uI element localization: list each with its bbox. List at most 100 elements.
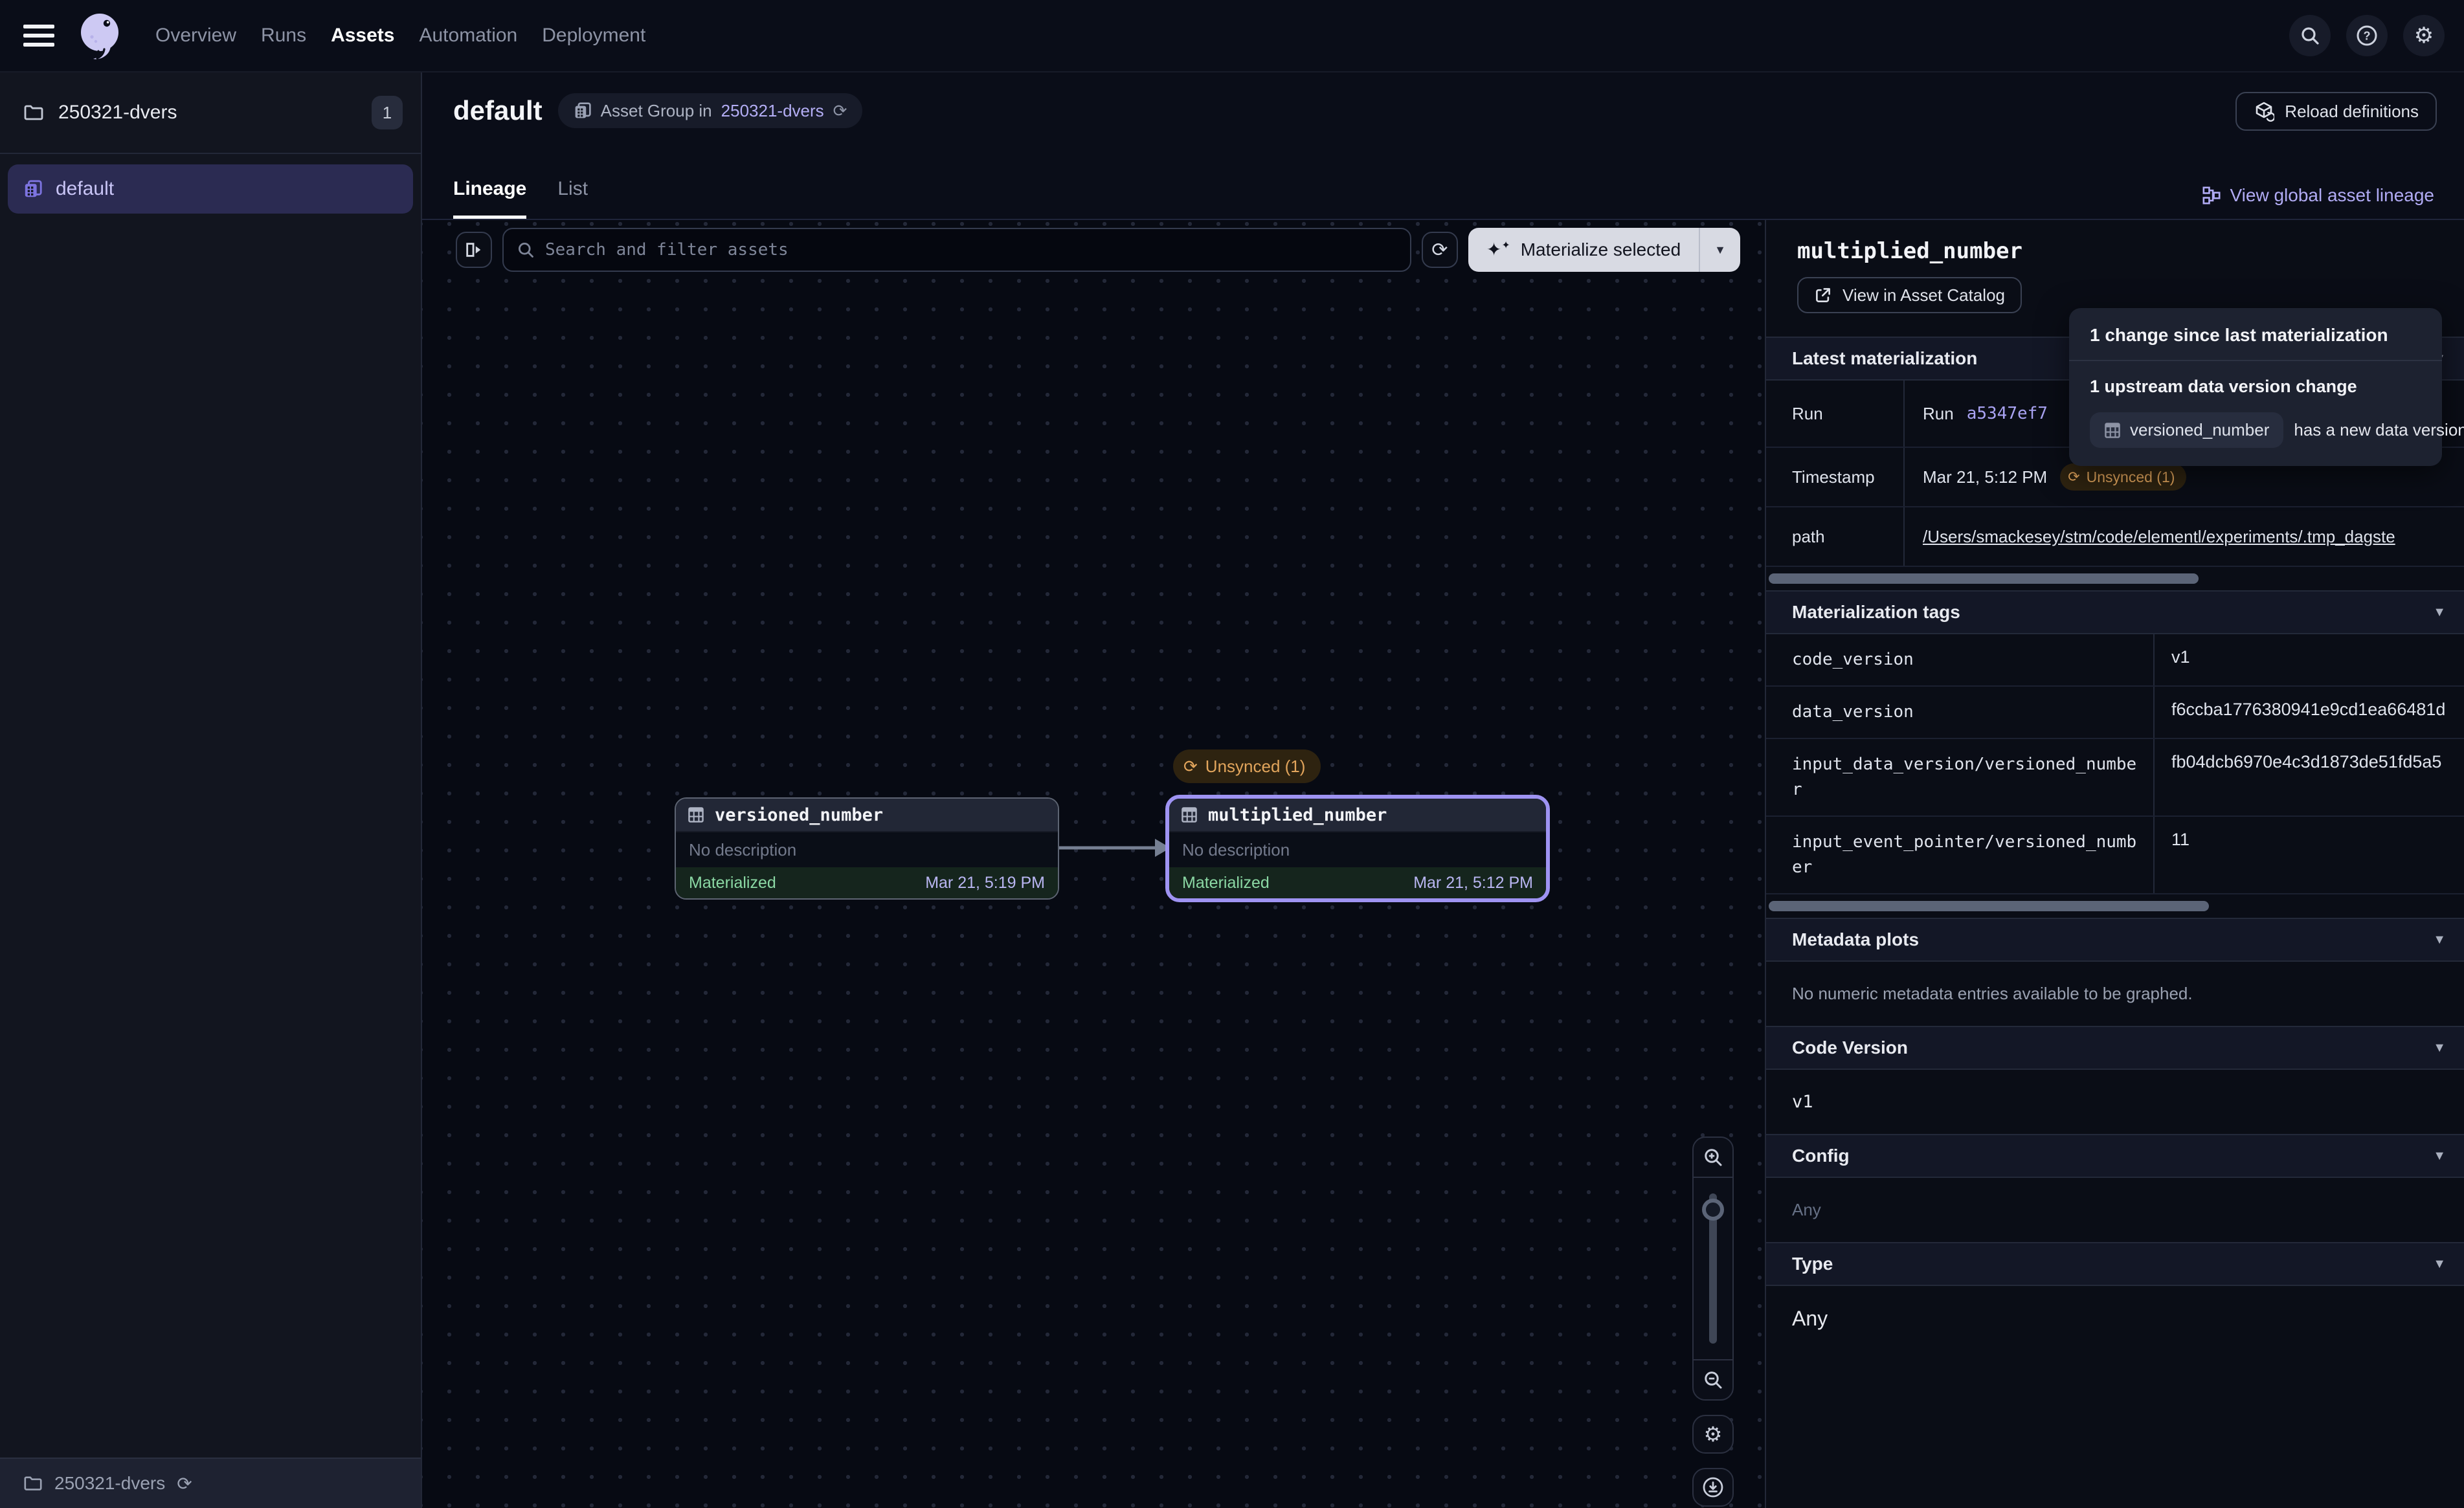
horizontal-scrollbar[interactable] [1769, 573, 2199, 584]
unsynced-badge[interactable]: ⟳ Unsynced (1) [2060, 463, 2186, 491]
path-link[interactable]: /Users/smackesey/stm/code/elementl/exper… [1923, 527, 2395, 547]
view-global-asset-lineage-link[interactable]: View global asset lineage [2202, 185, 2434, 206]
tag-value: v1 [2155, 634, 2464, 685]
materialize-dropdown-button[interactable]: ▼ [1700, 228, 1740, 272]
sidebar-group-row[interactable]: 250321-dvers 1 [0, 72, 421, 154]
tooltip-asset-pill[interactable]: versioned_number [2090, 412, 2283, 448]
unsynced-icon: ⟳ [1183, 758, 1198, 775]
view-in-asset-catalog-button[interactable]: View in Asset Catalog [1797, 277, 2022, 313]
asset-groups-sidebar: 250321-dvers 1 default 250321-dvers ⟳ [0, 72, 422, 1508]
sidebar-footer-label: 250321-dvers [54, 1473, 165, 1494]
expand-sidebar-button[interactable] [456, 232, 492, 268]
nav-item-assets[interactable]: Assets [331, 25, 394, 47]
code-version-header[interactable]: Code Version ▼ [1766, 1026, 2464, 1070]
sync-icon[interactable]: ⟳ [833, 101, 847, 121]
tag-key: code_version [1766, 634, 2155, 685]
asset-node-description: No description [676, 832, 1058, 867]
run-prefix: Run [1923, 404, 1954, 424]
asset-group-icon [23, 179, 43, 199]
nav-item-deployment[interactable]: Deployment [542, 25, 645, 47]
reload-definitions-label: Reload definitions [2285, 102, 2419, 122]
sidebar-item-default[interactable]: default [8, 164, 413, 214]
timestamp-value: Mar 21, 5:12 PM [1923, 467, 2047, 487]
tag-key: input_data_version/versioned_number [1766, 739, 2155, 815]
help-button[interactable] [2346, 15, 2388, 56]
tab-list[interactable]: List [557, 178, 588, 219]
unsynced-label: Unsynced (1) [1205, 757, 1306, 777]
refresh-graph-button[interactable]: ⟳ [1422, 232, 1458, 268]
table-icon [2104, 422, 2121, 439]
asset-search-input[interactable] [545, 240, 1397, 260]
zoom-in-button[interactable] [1694, 1138, 1732, 1177]
node-unsynced-badge[interactable]: ⟳ Unsynced (1) [1173, 749, 1321, 783]
materialization-tags-header[interactable]: Materialization tags ▼ [1766, 590, 2464, 634]
asset-node-header: versioned_number [676, 799, 1058, 832]
settings-button[interactable]: ⚙ [2403, 15, 2445, 56]
search-button[interactable] [2289, 15, 2331, 56]
run-id-link[interactable]: a5347ef7 [1967, 404, 2048, 423]
metadata-plots-header[interactable]: Metadata plots ▼ [1766, 918, 2464, 962]
dagster-logo-icon[interactable] [73, 8, 127, 63]
type-header[interactable]: Type ▼ [1766, 1242, 2464, 1286]
asset-details-title: multiplied_number [1766, 220, 2464, 264]
sync-icon: ⟳ [1431, 239, 1448, 261]
lineage-edge-arrow [1054, 834, 1173, 862]
section-heading: Code Version [1792, 1037, 1908, 1058]
zoom-slider[interactable] [1694, 1177, 1732, 1360]
gear-icon: ⚙ [1704, 1422, 1723, 1447]
asset-node-versioned-number[interactable]: versioned_number No description Material… [675, 797, 1059, 900]
badge-prefix: Asset Group in [601, 101, 712, 121]
badge-group-link[interactable]: 250321-dvers [721, 101, 824, 121]
nav-item-automation[interactable]: Automation [419, 25, 517, 47]
code-version-value: v1 [1766, 1070, 2464, 1134]
page-title: default [453, 95, 543, 126]
help-icon [2356, 25, 2378, 47]
lineage-toolbar: ⟳ ✦✦ Materialize selected ▼ [456, 228, 1740, 272]
asset-group-badge: Asset Group in 250321-dvers ⟳ [558, 93, 863, 128]
tab-lineage[interactable]: Lineage [453, 178, 526, 219]
chevron-down-icon[interactable]: ▼ [2433, 933, 2446, 948]
nav-item-overview[interactable]: Overview [155, 25, 236, 47]
sparkle-icon: ✦✦ [1486, 241, 1510, 259]
zoom-out-button[interactable] [1694, 1360, 1732, 1399]
config-value: Any [1766, 1178, 2464, 1242]
asset-node-name: versioned_number [715, 805, 883, 825]
page-header: default Asset Group in 250321-dvers ⟳ Re… [422, 72, 2464, 220]
horizontal-scrollbar[interactable] [1769, 901, 2209, 911]
section-heading: Latest materialization [1792, 348, 1977, 369]
lineage-canvas[interactable]: ⟳ ✦✦ Materialize selected ▼ ⟳ [422, 220, 1765, 1508]
chevron-down-icon[interactable]: ▼ [2433, 1149, 2446, 1164]
chevron-down-icon[interactable]: ▼ [2433, 1257, 2446, 1272]
chevron-down-icon: ▼ [1714, 243, 1726, 257]
table-row: code_version v1 [1766, 634, 2464, 687]
path-row-label: path [1766, 507, 1905, 566]
table-row: input_event_pointer/versioned_number 11 [1766, 817, 2464, 894]
type-value: Any [1766, 1286, 2464, 1351]
sidebar-footer[interactable]: 250321-dvers ⟳ [0, 1458, 421, 1508]
sidebar-item-label: default [56, 178, 114, 200]
top-nav: Overview Runs Assets Automation Deployme… [0, 0, 2464, 72]
section-heading: Metadata plots [1792, 929, 1919, 950]
chevron-down-icon[interactable]: ▼ [2433, 1041, 2446, 1056]
timestamp-row-label: Timestamp [1766, 448, 1905, 506]
materialized-timestamp: Mar 21, 5:19 PM [925, 874, 1045, 893]
reload-definitions-button[interactable]: Reload definitions [2235, 92, 2437, 131]
sidebar-group-name: 250321-dvers [58, 102, 372, 124]
tag-key: input_event_pointer/versioned_number [1766, 817, 2155, 893]
lineage-graph-icon [2202, 186, 2221, 205]
tooltip-text: has a new data version [2294, 420, 2464, 440]
config-header[interactable]: Config ▼ [1766, 1134, 2464, 1178]
chevron-down-icon[interactable]: ▼ [2433, 605, 2446, 620]
asset-node-multiplied-number[interactable]: multiplied_number No description Materia… [1165, 795, 1550, 902]
hamburger-menu-icon[interactable] [23, 20, 54, 51]
graph-settings-button[interactable]: ⚙ [1692, 1415, 1734, 1454]
changes-tooltip: 1 change since last materialization 1 up… [2069, 308, 2442, 466]
sync-icon[interactable]: ⟳ [177, 1473, 192, 1494]
zoom-in-icon [1703, 1147, 1723, 1168]
gear-icon: ⚙ [2414, 23, 2434, 49]
nav-item-runs[interactable]: Runs [261, 25, 306, 47]
zoom-slider-knob[interactable] [1702, 1199, 1724, 1221]
download-image-button[interactable] [1692, 1468, 1734, 1507]
materialize-selected-button[interactable]: ✦✦ Materialize selected ▼ [1468, 228, 1740, 272]
sidebar-group-count-badge: 1 [372, 96, 403, 129]
